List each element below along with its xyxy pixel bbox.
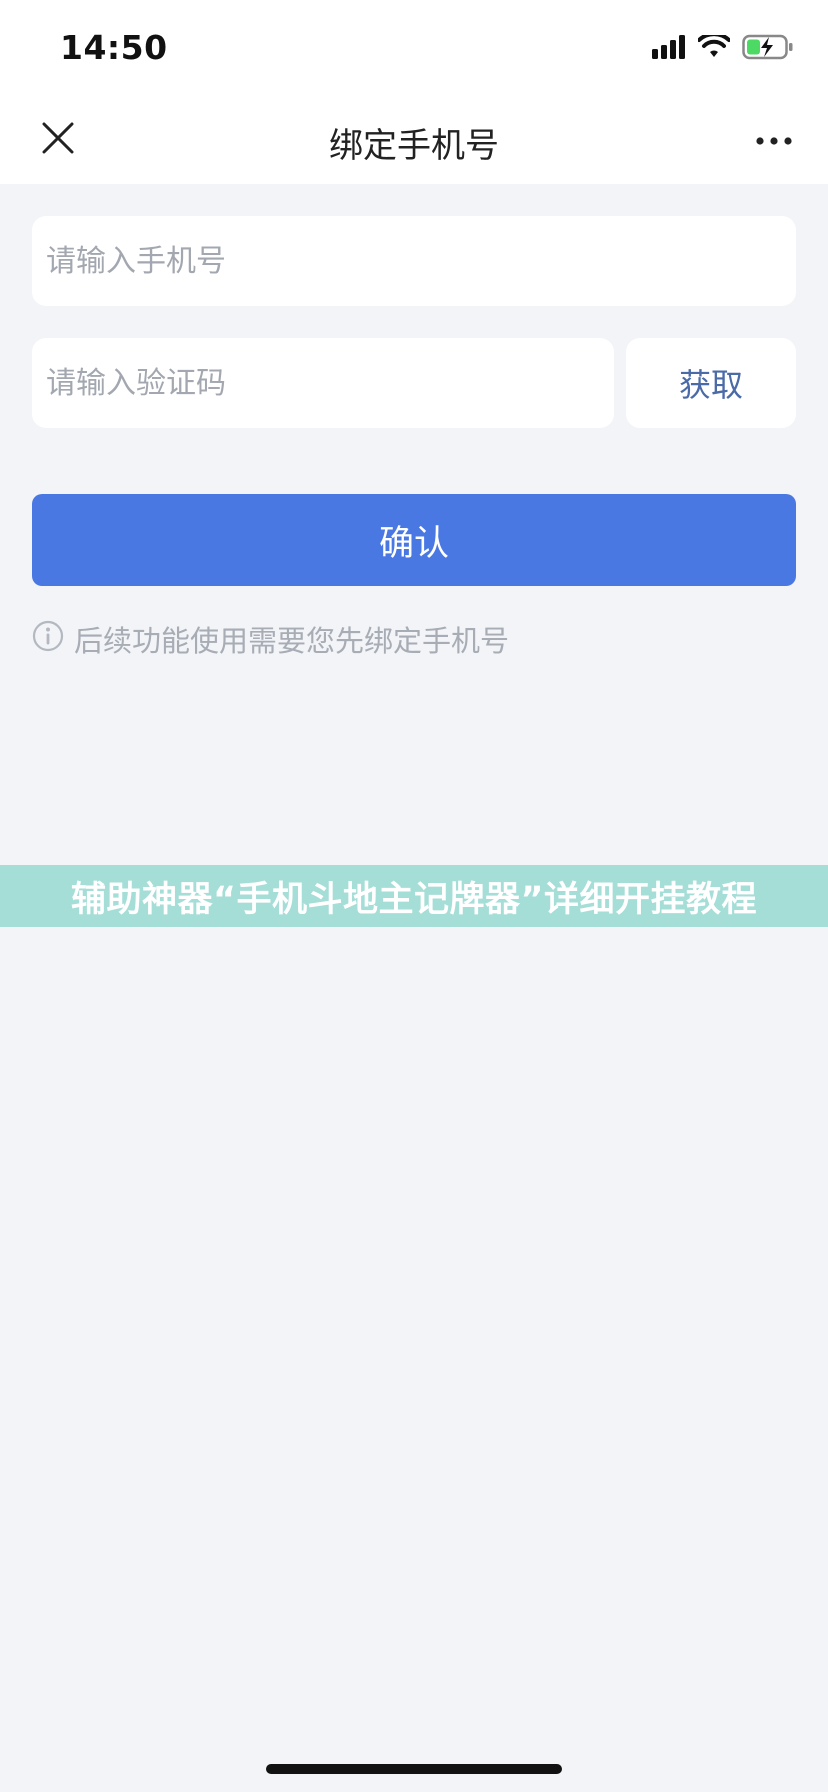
hint-row: 后续功能使用需要您先绑定手机号	[32, 618, 509, 660]
battery-charging-icon	[742, 34, 794, 64]
code-field	[32, 338, 614, 428]
phone-input[interactable]	[32, 216, 796, 306]
status-icons	[652, 32, 794, 64]
status-bar: 14:50	[0, 0, 828, 96]
info-icon	[32, 620, 64, 659]
wifi-icon	[697, 32, 731, 63]
hint-text: 后续功能使用需要您先绑定手机号	[74, 624, 510, 658]
more-button[interactable]	[746, 112, 802, 168]
signal-icon	[652, 35, 686, 63]
nav-bar: 绑定手机号	[0, 96, 828, 184]
home-indicator[interactable]	[266, 1764, 562, 1774]
banner-text: 辅助神器“手机斗地主记牌器”详细开挂教程	[70, 879, 757, 920]
status-time: 14:50	[60, 28, 168, 67]
get-code-button[interactable]: 获取	[626, 338, 796, 428]
phone-field	[32, 216, 796, 306]
promo-banner: 辅助神器“手机斗地主记牌器”详细开挂教程	[0, 865, 828, 927]
verification-code-input[interactable]	[32, 338, 614, 428]
more-icon	[755, 131, 793, 150]
page-title: 绑定手机号	[329, 126, 499, 166]
confirm-button[interactable]: 确认	[32, 494, 796, 586]
